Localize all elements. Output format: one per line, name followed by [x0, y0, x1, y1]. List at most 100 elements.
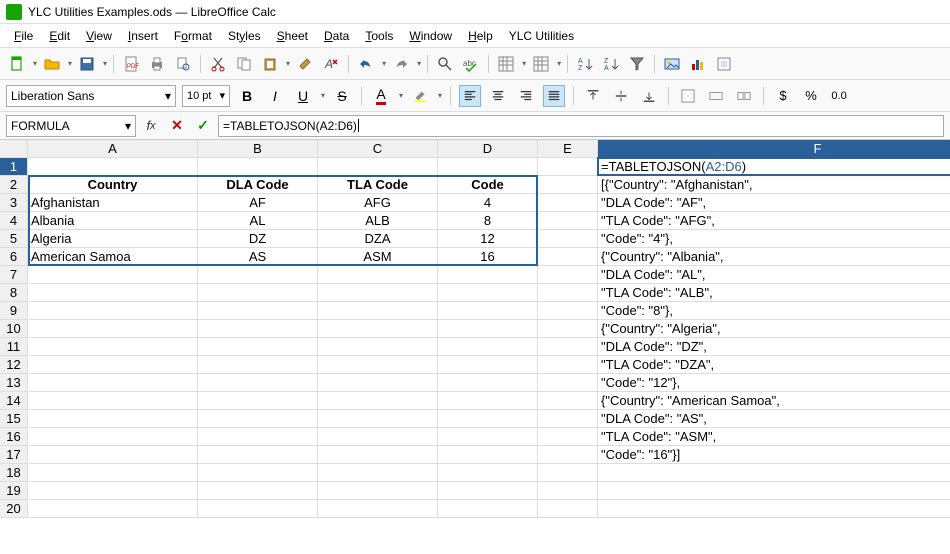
valign-top-button[interactable] [582, 85, 604, 107]
cell-D13[interactable] [438, 374, 538, 392]
font-color-button[interactable]: A [370, 85, 392, 107]
clear-formatting-button[interactable]: A [320, 53, 342, 75]
undo-button[interactable] [355, 53, 377, 75]
cell-D19[interactable] [438, 482, 538, 500]
cell-C8[interactable] [318, 284, 438, 302]
row-head-11[interactable]: 11 [0, 338, 28, 356]
insert-object-button[interactable] [713, 53, 735, 75]
row-head-1[interactable]: 1 [0, 158, 28, 176]
highlight-dropdown[interactable]: ▾ [438, 91, 442, 100]
menu-help[interactable]: Help [460, 26, 501, 46]
cell-B14[interactable] [198, 392, 318, 410]
row-head-10[interactable]: 10 [0, 320, 28, 338]
cell-B3[interactable]: AF [198, 194, 318, 212]
cell-B2[interactable]: DLA Code [198, 176, 318, 194]
underline-dropdown[interactable]: ▾ [321, 91, 325, 100]
cell-C18[interactable] [318, 464, 438, 482]
undo-dropdown[interactable]: ▾ [382, 59, 386, 68]
cell-A19[interactable] [28, 482, 198, 500]
cell-F16[interactable]: "TLA Code": "ASM", [598, 428, 950, 446]
cell-A14[interactable] [28, 392, 198, 410]
new-dropdown[interactable]: ▾ [33, 59, 37, 68]
cell-D9[interactable] [438, 302, 538, 320]
cell-C2[interactable]: TLA Code [318, 176, 438, 194]
print-button[interactable] [146, 53, 168, 75]
cell-F11[interactable]: "DLA Code": "DZ", [598, 338, 950, 356]
row-head-9[interactable]: 9 [0, 302, 28, 320]
merge-cells-button[interactable] [705, 85, 727, 107]
cell-C17[interactable] [318, 446, 438, 464]
cell-A8[interactable] [28, 284, 198, 302]
insert-chart-button[interactable] [687, 53, 709, 75]
cell-E3[interactable] [538, 194, 598, 212]
row-head-15[interactable]: 15 [0, 410, 28, 428]
cell-B8[interactable] [198, 284, 318, 302]
row-head-4[interactable]: 4 [0, 212, 28, 230]
cell-B15[interactable] [198, 410, 318, 428]
align-right-button[interactable] [515, 85, 537, 107]
cell-E4[interactable] [538, 212, 598, 230]
cell-A16[interactable] [28, 428, 198, 446]
col-head-F[interactable]: F [598, 140, 950, 158]
cell-F3[interactable]: "DLA Code": "AF", [598, 194, 950, 212]
cell-A6[interactable]: American Samoa [28, 248, 198, 266]
cell-F8[interactable]: "TLA Code": "ALB", [598, 284, 950, 302]
paste-button[interactable] [259, 53, 281, 75]
bold-button[interactable]: B [236, 85, 258, 107]
unmerge-button[interactable] [733, 85, 755, 107]
cell-D5[interactable]: 12 [438, 230, 538, 248]
cell-C20[interactable] [318, 500, 438, 518]
spreadsheet-grid[interactable]: ABCDEFGH1=TABLETOJSON(A2:D6)2CountryDLA … [0, 140, 950, 554]
cell-A13[interactable] [28, 374, 198, 392]
percent-button[interactable]: % [800, 85, 822, 107]
col-dropdown[interactable]: ▾ [557, 59, 561, 68]
currency-button[interactable]: $ [772, 85, 794, 107]
number-button[interactable]: 0.0 [828, 85, 850, 107]
cell-F5[interactable]: "Code": "4"}, [598, 230, 950, 248]
save-dropdown[interactable]: ▾ [103, 59, 107, 68]
cell-A15[interactable] [28, 410, 198, 428]
cell-A1[interactable] [28, 158, 198, 176]
cell-D11[interactable] [438, 338, 538, 356]
open-button[interactable] [41, 53, 63, 75]
cell-F13[interactable]: "Code": "12"}, [598, 374, 950, 392]
align-center-button[interactable] [487, 85, 509, 107]
cell-F18[interactable] [598, 464, 950, 482]
align-left-button[interactable] [459, 85, 481, 107]
cell-F20[interactable] [598, 500, 950, 518]
cell-C11[interactable] [318, 338, 438, 356]
cell-E5[interactable] [538, 230, 598, 248]
cell-E14[interactable] [538, 392, 598, 410]
name-box[interactable]: FORMULA▾ [6, 115, 136, 137]
font-color-dropdown[interactable]: ▾ [399, 91, 403, 100]
row-head-17[interactable]: 17 [0, 446, 28, 464]
align-justify-button[interactable] [543, 85, 565, 107]
cell-A7[interactable] [28, 266, 198, 284]
row-button[interactable] [495, 53, 517, 75]
italic-button[interactable]: I [264, 85, 286, 107]
cell-B9[interactable] [198, 302, 318, 320]
cell-E6[interactable] [538, 248, 598, 266]
cell-E11[interactable] [538, 338, 598, 356]
grid-corner[interactable] [0, 140, 28, 158]
row-head-5[interactable]: 5 [0, 230, 28, 248]
cell-C15[interactable] [318, 410, 438, 428]
cell-A9[interactable] [28, 302, 198, 320]
menu-view[interactable]: View [78, 26, 120, 46]
cell-D16[interactable] [438, 428, 538, 446]
cell-E10[interactable] [538, 320, 598, 338]
cell-B19[interactable] [198, 482, 318, 500]
cell-D20[interactable] [438, 500, 538, 518]
cell-A18[interactable] [28, 464, 198, 482]
menu-data[interactable]: Data [316, 26, 357, 46]
col-head-E[interactable]: E [538, 140, 598, 158]
print-preview-button[interactable] [172, 53, 194, 75]
cell-E9[interactable] [538, 302, 598, 320]
cell-E20[interactable] [538, 500, 598, 518]
cell-E12[interactable] [538, 356, 598, 374]
copy-button[interactable] [233, 53, 255, 75]
cell-F19[interactable] [598, 482, 950, 500]
menu-format[interactable]: Format [166, 26, 220, 46]
cell-D3[interactable]: 4 [438, 194, 538, 212]
cell-C9[interactable] [318, 302, 438, 320]
